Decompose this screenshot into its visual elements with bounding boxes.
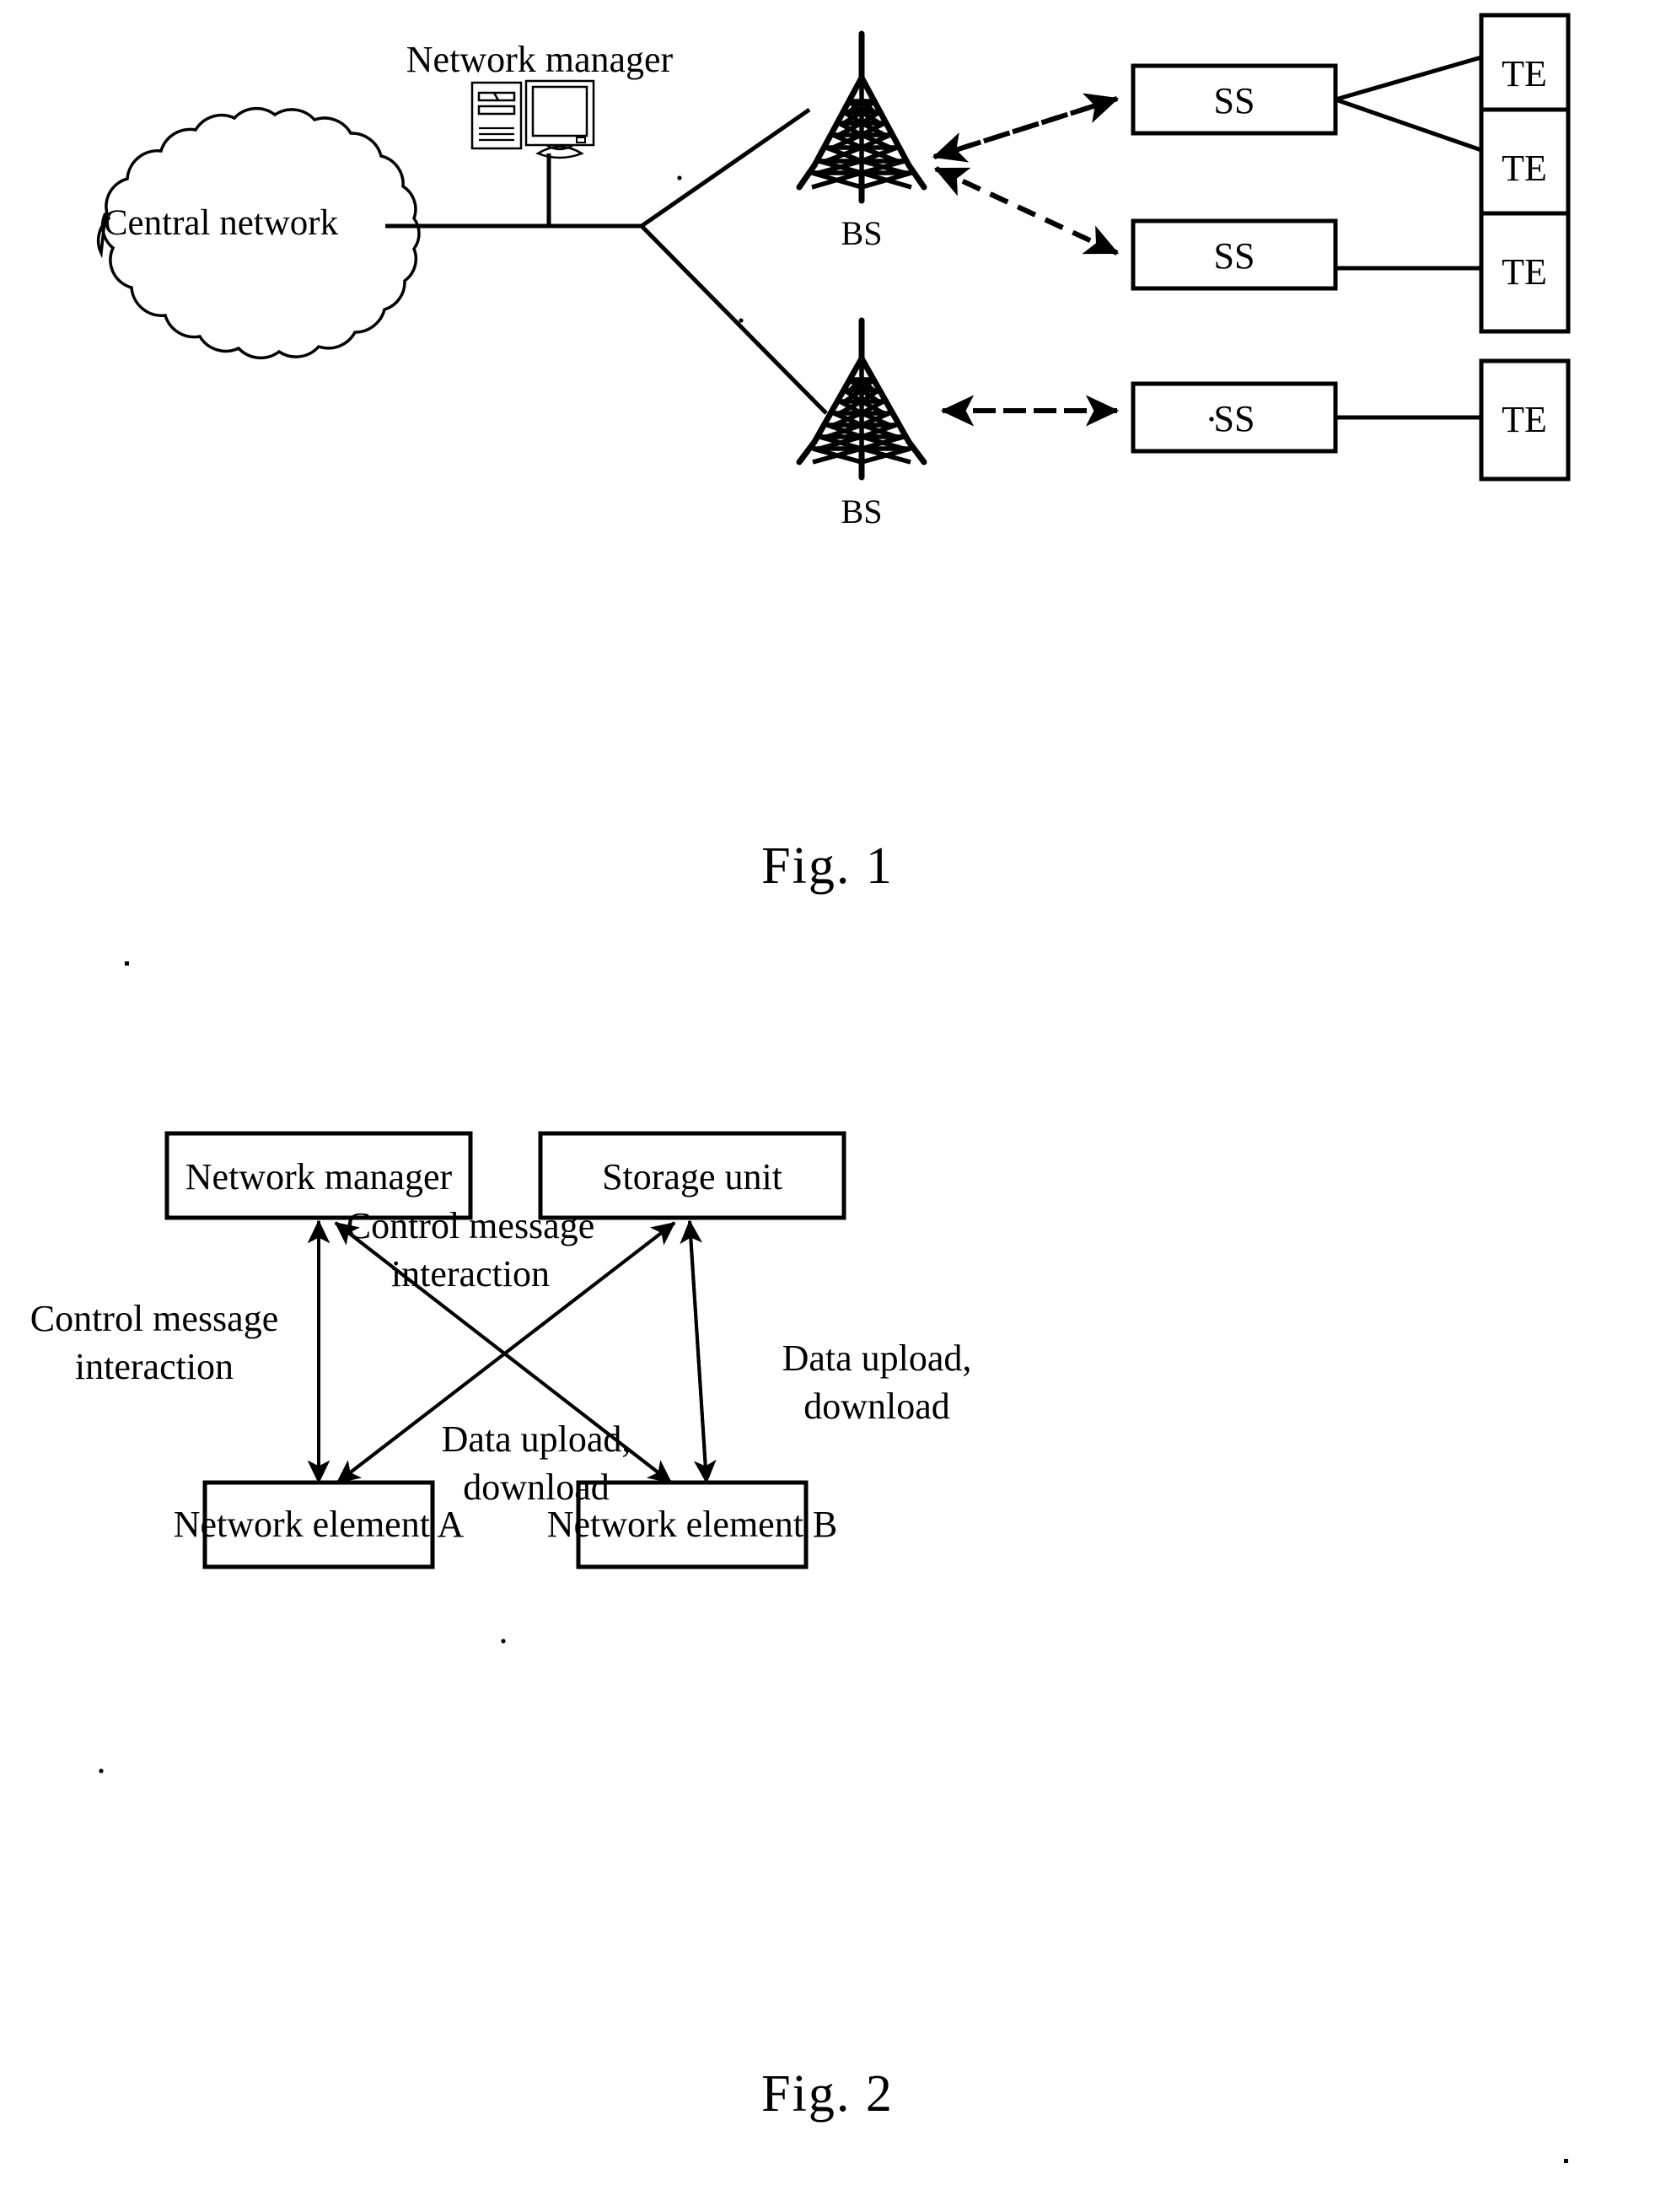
ss-3-label: SS xyxy=(1214,398,1255,439)
control-message-left-label: Control message interaction xyxy=(30,1298,279,1387)
scan-speck xyxy=(1564,2159,1568,2163)
radio-tower-icon xyxy=(796,30,927,204)
control-message-center-line1: Control message xyxy=(347,1205,595,1246)
data-upload-right-label: Data upload, download xyxy=(782,1337,972,1427)
scan-speck xyxy=(1209,417,1214,422)
base-station-top-node: BS xyxy=(796,30,927,252)
scan-speck xyxy=(99,1768,104,1773)
fig2-network-element-a-label: Network element A xyxy=(174,1504,465,1545)
scan-speck xyxy=(125,961,129,966)
te-1-label: TE xyxy=(1502,53,1547,94)
bs-bottom-label: BS xyxy=(841,492,883,530)
fig2-network-manager-label: Network manager xyxy=(185,1156,453,1197)
bs-top-label: BS xyxy=(841,214,883,252)
ss1-to-te1-line xyxy=(1335,55,1482,102)
data-upload-right-line2: download xyxy=(803,1386,950,1427)
control-message-left-line2: interaction xyxy=(75,1346,234,1387)
fig2-storage-unit-label: Storage unit xyxy=(602,1156,782,1197)
central-network-label: Central network xyxy=(104,203,339,243)
base-station-bottom-node: BS xyxy=(796,317,927,530)
scan-speck xyxy=(501,1639,506,1644)
figure-2-caption: Fig. 2 xyxy=(761,2065,894,2123)
ss-box-3: SS xyxy=(1131,381,1338,454)
te-box-2: TE xyxy=(1479,107,1571,230)
ss-box-2: SS xyxy=(1131,218,1338,291)
fig2-network-element-a-box: Network element A xyxy=(174,1480,465,1569)
te-4-label: TE xyxy=(1502,399,1547,440)
figure-1-caption: Fig. 1 xyxy=(761,837,894,895)
hub-to-bs-top-line xyxy=(640,107,811,229)
ss-1-label: SS xyxy=(1214,80,1255,121)
fig2-network-element-b-label: Network element B xyxy=(547,1504,838,1545)
ss-2-label: SS xyxy=(1214,235,1255,277)
radio-tower-icon xyxy=(796,317,927,481)
scan-speck xyxy=(677,175,682,180)
network-manager-node: Network manager xyxy=(406,39,674,226)
data-upload-right-line1: Data upload, xyxy=(782,1337,972,1379)
te-3-label: TE xyxy=(1502,251,1547,293)
control-message-left-line1: Control message xyxy=(30,1298,279,1339)
te-box-3: TE xyxy=(1479,211,1571,334)
control-message-center-line2: interaction xyxy=(391,1253,550,1294)
control-message-center-label: Control message interaction xyxy=(347,1205,595,1294)
figure-2-interaction-diagram: Network manager Storage unit Network ele… xyxy=(30,1131,972,1773)
data-upload-center-line2: download xyxy=(463,1467,610,1508)
ss-box-1: SS xyxy=(1131,63,1338,136)
data-upload-center-line1: Data upload, xyxy=(442,1418,631,1460)
scan-speck xyxy=(739,318,744,323)
figure-1-network-architecture: Central network Network manager BS BS SS… xyxy=(96,13,1571,530)
data-upload-center-label: Data upload, download xyxy=(442,1418,631,1508)
central-network-cloud-node: Central network xyxy=(96,106,421,360)
hub-to-bs-bottom-line xyxy=(640,224,828,415)
te-box-4: TE xyxy=(1479,358,1571,482)
computer-workstation-icon xyxy=(470,79,595,159)
neb-to-su-data-arrow xyxy=(688,1220,717,1484)
te-2-label: TE xyxy=(1502,148,1547,189)
ss1-to-te2-line xyxy=(1335,97,1482,153)
patent-drawing-page: Central network Network manager BS BS SS… xyxy=(0,0,1655,2212)
network-manager-label: Network manager xyxy=(406,39,674,80)
